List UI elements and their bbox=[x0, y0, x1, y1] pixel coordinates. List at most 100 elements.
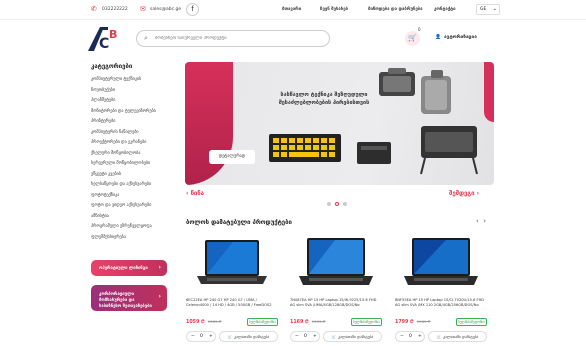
product-price: 1169 ₾ 1339 ₾ bbox=[290, 319, 326, 325]
category-item[interactable]: სერვერული მოწყობილობები bbox=[91, 158, 156, 169]
laptop-image[interactable] bbox=[297, 236, 375, 292]
facebook-icon[interactable]: f bbox=[186, 3, 199, 16]
quantity-value[interactable]: 0 bbox=[200, 334, 203, 339]
language-select[interactable]: GE ⌄ bbox=[476, 4, 500, 15]
cart-icon: 🛒 bbox=[436, 335, 442, 339]
language-label: GE bbox=[480, 7, 487, 12]
category-item[interactable]: მონიტორები და ტელევიზორები bbox=[91, 106, 156, 117]
price-old: 1339 ₾ bbox=[311, 319, 326, 324]
corporate-button[interactable]: კორპორაციული მომსახურება და საბიზნესო შე… bbox=[91, 285, 167, 311]
minus-button[interactable]: − bbox=[295, 334, 299, 339]
phone-icon: ✆ bbox=[91, 5, 97, 13]
stock-badge: ხელმისაწვდომია bbox=[351, 318, 382, 326]
hero-banner[interactable]: სასწავლო ტექნიკა შეზღუდული შესაძლებლობებ… bbox=[185, 62, 494, 185]
add-to-cart-label: კალათაში დამატება bbox=[443, 335, 479, 339]
category-item[interactable]: პლანშეტები bbox=[91, 95, 156, 106]
add-to-cart-button[interactable]: 🛒 კალათაში დამატება bbox=[323, 331, 382, 342]
category-item[interactable]: ქსელური მოწყობილობა bbox=[91, 148, 156, 159]
category-item[interactable]: კომპიუტერული ტექნიკის bbox=[91, 74, 156, 85]
slider-dot-active[interactable] bbox=[335, 202, 339, 206]
category-item[interactable]: ამნისტია bbox=[91, 211, 156, 222]
user-icon: 👤 bbox=[435, 35, 441, 40]
chevron-right-icon: › bbox=[158, 293, 161, 300]
cart-icon[interactable]: 🛒 bbox=[405, 31, 420, 46]
laptop-image[interactable] bbox=[193, 236, 271, 292]
category-item[interactable]: ხელსაწყოები და აქსესუარები bbox=[91, 179, 156, 190]
quantity-value[interactable]: 0 bbox=[409, 334, 412, 339]
add-to-cart-label: კალათაში დამატება bbox=[234, 335, 270, 339]
price-current: 1059 ₾ bbox=[186, 320, 205, 325]
minus-button[interactable]: − bbox=[400, 334, 404, 339]
product-title[interactable]: 7N087EA HP 15 HP Laptop 15/i6-9225/15.6 … bbox=[290, 298, 382, 314]
abc-logo[interactable]: C B bbox=[86, 24, 126, 54]
quantity-stepper[interactable]: − 0 + bbox=[290, 331, 320, 342]
search-icon[interactable]: ⌕ bbox=[144, 34, 148, 43]
product-price: 1059 ₾ 1389 ₾ bbox=[186, 319, 222, 325]
plus-button[interactable]: + bbox=[418, 334, 422, 339]
slider-dot[interactable] bbox=[343, 202, 347, 206]
stock-badge: ხელმისაწვდომია bbox=[247, 318, 278, 326]
leasing-button[interactable]: ოპერატიული ლიზინგი › bbox=[91, 260, 167, 276]
nav-delivery[interactable]: მიწოდება და დაბრუნება bbox=[368, 7, 423, 12]
category-item[interactable]: კომპიუტერის ნაწილები bbox=[91, 127, 156, 138]
login-label: ავტორიზაცია bbox=[443, 35, 477, 40]
price-current: 1799 ₾ bbox=[395, 320, 414, 325]
category-item[interactable]: ფლეშმეხსიერება bbox=[91, 232, 156, 243]
cart-count: 0 bbox=[418, 27, 421, 32]
mail-icon: ✉ bbox=[140, 5, 146, 13]
products-nav: ‹ › bbox=[476, 217, 486, 225]
plus-button[interactable]: + bbox=[313, 334, 317, 339]
slider-dots bbox=[327, 191, 351, 210]
login-button[interactable]: 👤 ავტორიზაცია bbox=[435, 35, 477, 40]
category-item[interactable]: პრინტერები bbox=[91, 116, 156, 127]
search-input[interactable] bbox=[155, 33, 325, 44]
plus-button[interactable]: + bbox=[209, 334, 213, 339]
category-item[interactable]: ფოტოტექნიკა bbox=[91, 190, 156, 201]
price-old: 1389 ₾ bbox=[207, 319, 222, 324]
product-price: 1799 ₾ 1989 ₾ bbox=[395, 319, 431, 325]
add-to-cart-label: კალათაში დამატება bbox=[338, 335, 374, 339]
slider-prev-button[interactable]: ‹ წინა bbox=[186, 190, 204, 197]
product-card[interactable]: 6EC22EA HP 240 G7 HP 240 G7 / UMA / Cele… bbox=[186, 236, 278, 346]
categories-title: კატეგორიები bbox=[91, 63, 133, 70]
chevron-right-icon: › bbox=[158, 264, 161, 271]
laptop-image[interactable] bbox=[402, 236, 480, 292]
slider-dot[interactable] bbox=[327, 202, 331, 206]
category-item[interactable]: ფოტო და ვიდეო აქსესუარები bbox=[91, 200, 156, 211]
top-bar: ✆ 032222222 ✉ sales@abc.ge f მთავარი ჩვე… bbox=[0, 0, 586, 20]
chevron-left-icon[interactable]: ‹ bbox=[476, 217, 479, 225]
latest-products-title: ბოლოს დამატებული პროდუქტები bbox=[186, 219, 292, 226]
email-address[interactable]: sales@abc.ge bbox=[150, 7, 181, 12]
banner-products-illustration bbox=[269, 68, 478, 175]
add-to-cart-button[interactable]: 🛒 კალათაში დამატება bbox=[219, 331, 278, 342]
price-old: 1989 ₾ bbox=[416, 319, 431, 324]
nav-contact[interactable]: კონტაქტი bbox=[434, 7, 456, 12]
slider-next-button[interactable]: შემდეგი › bbox=[449, 190, 479, 197]
chevron-right-icon[interactable]: › bbox=[483, 217, 486, 225]
quantity-stepper[interactable]: − 0 + bbox=[395, 331, 425, 342]
category-item[interactable]: ნოუთბუქები bbox=[91, 85, 156, 96]
corporate-label: კორპორაციული მომსახურება და საბიზნესო შე… bbox=[99, 291, 152, 308]
cart-icon: 🛒 bbox=[227, 335, 233, 339]
category-item[interactable]: უწყვეტი კვების bbox=[91, 169, 156, 180]
svg-text:C: C bbox=[99, 36, 109, 52]
nav-about[interactable]: ჩვენ შესახებ bbox=[320, 7, 348, 12]
category-item[interactable]: პროექტორები და ეკრანები bbox=[91, 137, 156, 148]
phone-number[interactable]: 032222222 bbox=[102, 7, 128, 12]
search-bar: ⌕ bbox=[136, 30, 330, 47]
product-card[interactable]: 8NF55EA HP 15 HP Laptop 15/CI-7020U/15.6… bbox=[395, 236, 487, 346]
product-title[interactable]: 8NF55EA HP 15 HP Laptop 15/CI-7020U/15.6… bbox=[395, 298, 487, 314]
quantity-value[interactable]: 0 bbox=[304, 334, 307, 339]
product-card[interactable]: 7N087EA HP 15 HP Laptop 15/i6-9225/15.6 … bbox=[290, 236, 382, 346]
nav-home[interactable]: მთავარი bbox=[282, 7, 301, 12]
quantity-stepper[interactable]: − 0 + bbox=[186, 331, 216, 342]
category-item[interactable]: პროგრამული უზრუნველყოფა bbox=[91, 221, 156, 232]
slider-next-label: შემდეგი bbox=[449, 190, 475, 197]
stock-badge: ხელმისაწვდომია bbox=[456, 318, 487, 326]
add-to-cart-button[interactable]: 🛒 კალათაში დამატება bbox=[428, 331, 487, 342]
product-title[interactable]: 6EC22EA HP 240 G7 HP 240 G7 / UMA / Cele… bbox=[186, 298, 278, 314]
chevron-down-icon: ⌄ bbox=[492, 6, 497, 12]
category-list: კომპიუტერული ტექნიკის ნოუთბუქები პლანშეტ… bbox=[91, 74, 156, 242]
minus-button[interactable]: − bbox=[191, 334, 195, 339]
svg-text:B: B bbox=[109, 28, 117, 41]
